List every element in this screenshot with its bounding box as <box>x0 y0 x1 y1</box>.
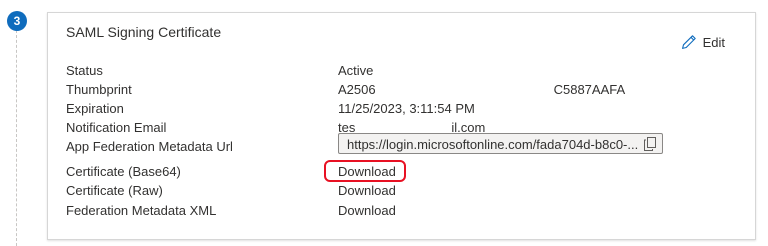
copy-icon[interactable] <box>644 137 656 151</box>
expiration-value: 11/25/2023, 3:11:54 PM <box>338 101 475 116</box>
status-value: Active <box>338 63 374 78</box>
status-label: Status <box>66 63 103 78</box>
step-number-badge: 3 <box>7 11 27 31</box>
thumbprint-value-end: C5887AAFA <box>553 82 626 97</box>
thumbprint-row: Thumbprint A2506 C5887AAFA <box>66 81 746 99</box>
thumbprint-label: Thumbprint <box>66 82 132 97</box>
status-row: Status Active <box>66 62 746 80</box>
thumbprint-value: A2506 C5887AAFA <box>338 81 625 99</box>
certificate-raw-download-link[interactable]: Download <box>338 182 396 200</box>
red-highlight-annotation <box>324 160 406 182</box>
pencil-icon <box>681 35 696 49</box>
certificate-base64-label: Certificate (Base64) <box>66 164 181 179</box>
step-connector-line <box>16 30 17 246</box>
certificate-base64-row: Certificate (Base64) Download <box>66 163 746 181</box>
expiration-row: Expiration 11/25/2023, 3:11:54 PM <box>66 100 746 118</box>
saml-signing-certificate-card: SAML Signing Certificate Edit Status Act… <box>47 12 756 240</box>
metadata-url-row: App Federation Metadata Url https://logi… <box>66 133 746 156</box>
notification-email-label: Notification Email <box>66 120 167 135</box>
certificate-raw-row: Certificate (Raw) Download <box>66 182 746 200</box>
metadata-url-label: App Federation Metadata Url <box>66 139 233 154</box>
federation-metadata-xml-download-link[interactable]: Download <box>338 202 396 220</box>
card-title: SAML Signing Certificate <box>66 24 222 40</box>
expiration-label: Expiration <box>66 101 124 116</box>
certificate-raw-label: Certificate (Raw) <box>66 183 163 198</box>
edit-button[interactable]: Edit <box>681 34 725 50</box>
federation-metadata-xml-row: Federation Metadata XML Download <box>66 202 746 220</box>
metadata-url-value: https://login.microsoftonline.com/fada70… <box>347 137 639 152</box>
federation-metadata-xml-label: Federation Metadata XML <box>66 203 217 218</box>
thumbprint-value-start: A2506 <box>338 82 376 97</box>
edit-label: Edit <box>702 34 725 50</box>
metadata-url-field[interactable]: https://login.microsoftonline.com/fada70… <box>338 133 663 154</box>
